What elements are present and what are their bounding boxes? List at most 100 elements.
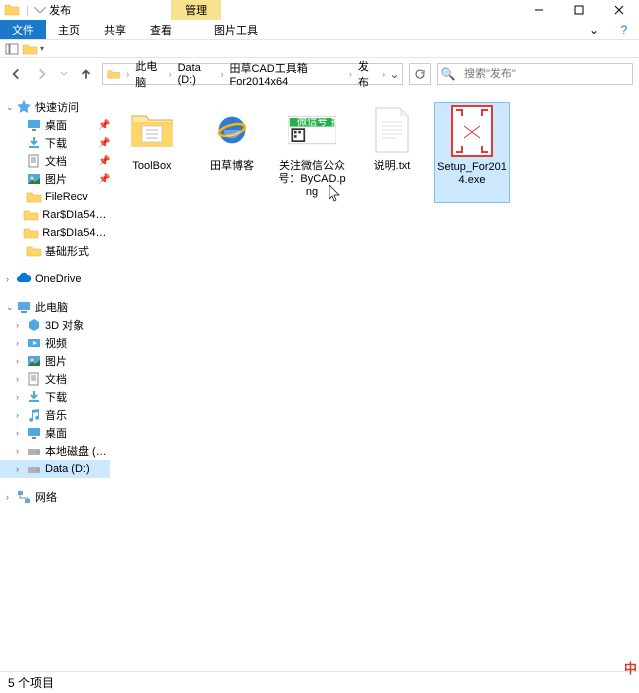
chevron-right-icon[interactable]: ›: [167, 69, 174, 79]
address-bar[interactable]: › 此电脑 › Data (D:) › 田草CAD工具箱For2014x64 ›…: [102, 63, 403, 85]
chevron-right-icon[interactable]: ›: [16, 356, 26, 366]
tree-item[interactable]: Rar$DIa5448.2013: [0, 224, 110, 242]
tree-item[interactable]: ›图片: [0, 352, 110, 370]
address-dropdown-icon[interactable]: ⌄: [387, 67, 402, 81]
recent-dropdown-button[interactable]: [58, 64, 70, 84]
minimize-button[interactable]: [519, 0, 559, 20]
tree-item[interactable]: ›3D 对象: [0, 316, 110, 334]
chevron-right-icon[interactable]: ›: [16, 464, 26, 474]
close-button[interactable]: [599, 0, 639, 20]
folder-icon: [128, 106, 176, 154]
tree-item[interactable]: ›下载: [0, 388, 110, 406]
chevron-right-icon[interactable]: ›: [16, 410, 26, 420]
tree-this-pc[interactable]: ⌄ 此电脑: [0, 298, 110, 316]
chevron-right-icon[interactable]: ›: [219, 69, 226, 79]
pictures-icon: [26, 171, 42, 187]
file-name: Setup_For2014.exe: [437, 161, 507, 187]
tab-file[interactable]: 文件: [0, 20, 46, 39]
chevron-right-icon[interactable]: ›: [6, 274, 16, 284]
file-item[interactable]: ToolBox: [114, 102, 190, 203]
folder-icon: [23, 207, 39, 223]
chevron-right-icon[interactable]: ›: [16, 428, 26, 438]
breadcrumb-2[interactable]: 田草CAD工具箱For2014x64: [226, 60, 347, 88]
ime-indicator[interactable]: 中: [624, 658, 637, 677]
chevron-right-icon[interactable]: ›: [6, 492, 16, 502]
drive-icon: [26, 461, 42, 477]
file-item[interactable]: 微信号 扫关注微信公众号：ByCAD.png: [274, 102, 350, 203]
ribbon-collapse-button[interactable]: ⌄: [579, 23, 609, 37]
pin-icon: 📌: [98, 174, 110, 185]
help-button[interactable]: ?: [609, 23, 639, 37]
tree-network[interactable]: › 网络: [0, 488, 110, 506]
video-icon: [26, 335, 42, 351]
chevron-right-icon[interactable]: ›: [380, 69, 387, 79]
tab-share[interactable]: 共享: [92, 20, 138, 39]
search-box[interactable]: 🔍: [437, 63, 633, 85]
search-input[interactable]: [458, 68, 632, 80]
tree-item[interactable]: 桌面📌: [0, 116, 110, 134]
chevron-right-icon[interactable]: ›: [16, 320, 26, 330]
drive-icon: [26, 443, 42, 459]
up-button[interactable]: [76, 64, 96, 84]
chevron-right-icon[interactable]: ›: [16, 392, 26, 402]
pin-icon: 📌: [98, 120, 110, 131]
refresh-button[interactable]: [409, 63, 431, 85]
chevron-right-icon[interactable]: ›: [347, 69, 354, 79]
back-button[interactable]: [6, 64, 26, 84]
navigation-pane[interactable]: ⌄ 快速访问 桌面📌下载📌文档📌图片📌FileRecvRar$DIa5448.1…: [0, 90, 110, 671]
svg-text:微信号 扫: 微信号 扫: [297, 115, 336, 128]
file-item[interactable]: 田草博客: [194, 102, 270, 203]
tab-picture-tools[interactable]: 图片工具: [202, 20, 270, 39]
pin-icon: 📌: [98, 156, 110, 167]
tree-item[interactable]: ›音乐: [0, 406, 110, 424]
chevron-right-icon[interactable]: ›: [16, 446, 26, 456]
desktop-icon: [26, 425, 42, 441]
chevron-right-icon[interactable]: ›: [16, 338, 26, 348]
tree-item[interactable]: FileRecv: [0, 188, 110, 206]
toolbar-dropdown-icon[interactable]: ▾: [40, 44, 44, 53]
computer-icon: [16, 299, 32, 315]
3d-icon: [26, 317, 42, 333]
desktop-icon: [26, 117, 42, 133]
qat-dropdown-icon[interactable]: [33, 3, 47, 17]
folder-icon: [23, 225, 39, 241]
ribbon-contextual-tab[interactable]: 管理: [171, 0, 221, 20]
breadcrumb-3[interactable]: 发布: [354, 58, 380, 90]
nav-pane-toggle-icon[interactable]: [4, 41, 20, 57]
maximize-button[interactable]: [559, 0, 599, 20]
downloads-icon: [26, 135, 42, 151]
tab-home[interactable]: 主页: [46, 20, 92, 39]
chevron-right-icon[interactable]: ›: [124, 69, 131, 79]
tree-item[interactable]: 文档📌: [0, 152, 110, 170]
tree-item[interactable]: 下载📌: [0, 134, 110, 152]
file-item[interactable]: 说明.txt: [354, 102, 430, 203]
chevron-right-icon[interactable]: ›: [16, 374, 26, 384]
location-icon: [107, 66, 120, 82]
tree-item[interactable]: 基础形式: [0, 242, 110, 260]
tree-item[interactable]: ›视频: [0, 334, 110, 352]
downloads-icon: [26, 389, 42, 405]
chevron-down-icon[interactable]: ⌄: [6, 102, 16, 113]
tab-view[interactable]: 查看: [138, 20, 184, 39]
folder-small-icon[interactable]: [22, 41, 38, 57]
png-icon: 微信号 扫: [288, 106, 336, 154]
file-item[interactable]: Setup_For2014.exe: [434, 102, 510, 203]
file-list[interactable]: ToolBox田草博客微信号 扫关注微信公众号：ByCAD.png说明.txt S…: [110, 90, 639, 671]
tree-item[interactable]: Rar$DIa5448.1694: [0, 206, 110, 224]
tree-quick-access[interactable]: ⌄ 快速访问: [0, 98, 110, 116]
breadcrumb-0[interactable]: 此电脑: [131, 58, 166, 90]
tree-item[interactable]: ›文档: [0, 370, 110, 388]
chevron-down-icon[interactable]: ⌄: [6, 302, 16, 313]
tree-item[interactable]: 图片📌: [0, 170, 110, 188]
tree-item[interactable]: ›本地磁盘 (C:): [0, 442, 110, 460]
window-title: 发布: [49, 2, 71, 18]
folder-icon: [26, 243, 42, 259]
tree-item[interactable]: ›Data (D:): [0, 460, 110, 478]
app-icon: [4, 2, 20, 18]
tree-onedrive[interactable]: › OneDrive: [0, 270, 110, 288]
network-icon: [16, 489, 32, 505]
forward-button[interactable]: [32, 64, 52, 84]
tree-item[interactable]: ›桌面: [0, 424, 110, 442]
breadcrumb-1[interactable]: Data (D:): [174, 62, 219, 86]
documents-icon: [26, 153, 42, 169]
